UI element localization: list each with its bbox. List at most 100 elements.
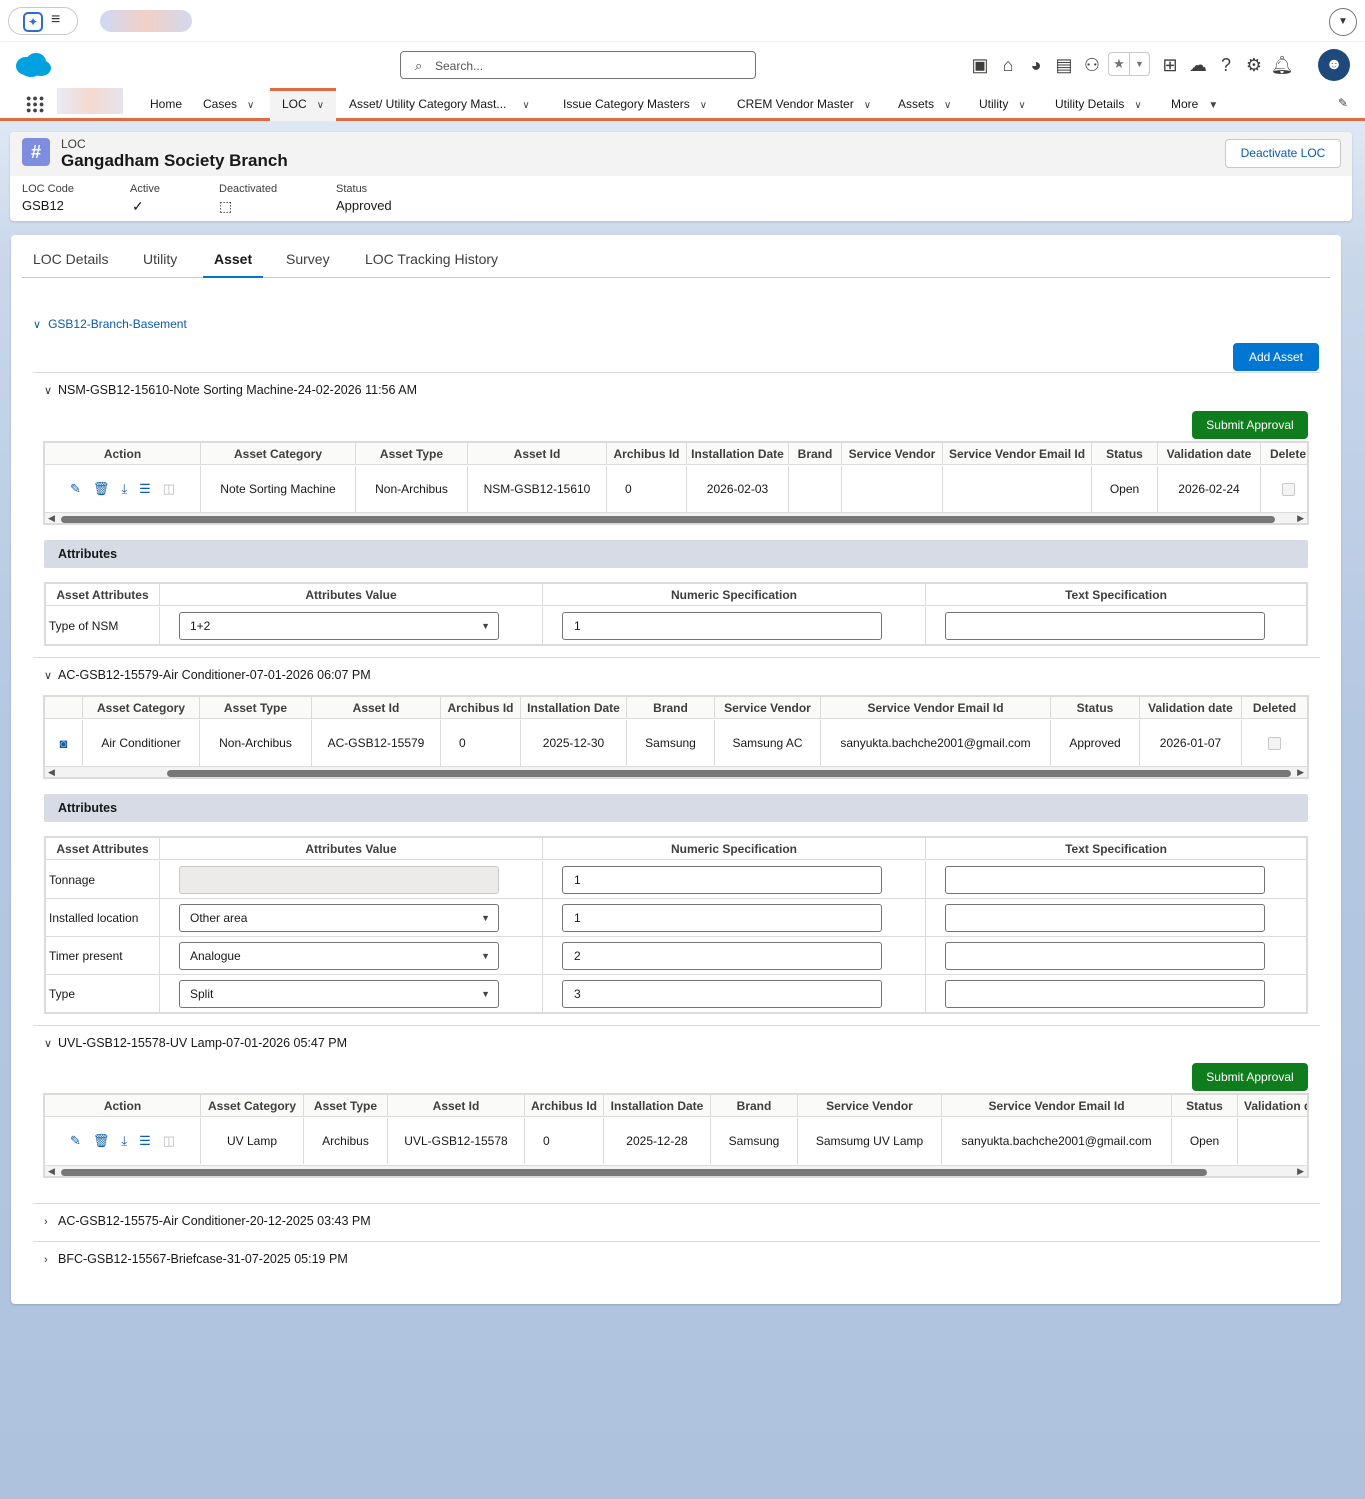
edit-icon[interactable]: ✎ [70,1133,81,1149]
assistant-icon[interactable]: ✦ [23,12,43,32]
chevron-down-icon[interactable]: ▼ [1329,8,1357,36]
chevron-down-icon[interactable]: ∨ [522,100,529,111]
deactivate-loc-button[interactable]: Deactivate LOC [1225,139,1341,168]
cell-status: Open [1172,1118,1238,1164]
attribute-value-select[interactable]: 1+2 ▼ [179,612,499,640]
scroll-left-icon[interactable]: ◀ [48,1166,55,1176]
tab-loc-tracking-history[interactable]: LOC Tracking History [365,251,498,278]
submit-approval-button[interactable]: Submit Approval [1192,1063,1308,1091]
app-builder-icon[interactable]: ▤ [1050,52,1078,78]
nav-item-home[interactable]: Home [150,88,182,121]
asset-accordion-nsm[interactable]: ∨ NSM-GSB12-15610-Note Sorting Machine-24… [44,383,417,397]
app-name [57,88,123,114]
salesforce-logo[interactable] [14,52,52,78]
cell-asset-id: AC-GSB12-15579 [312,720,441,766]
trailhead-icon[interactable]: ☁ [1184,52,1212,78]
caret-down-icon[interactable]: ▼ [1208,100,1218,111]
app-launcher-icon[interactable]: ●●● ●●● ●●● [26,94,46,115]
asset-accordion-collapsed[interactable]: › AC-GSB12-15575-Air Conditioner-20-12-20… [44,1214,371,1228]
text-spec-input[interactable] [945,612,1265,640]
chevron-down-icon[interactable]: ∨ [317,100,324,111]
nav-label: Asset/ Utility Category Mast... [349,97,507,111]
numeric-spec-input[interactable]: 2 [562,942,882,970]
user-settings-icon[interactable]: ⚇ [1078,52,1106,78]
nav-item-loc[interactable]: LOC ∨ [270,88,337,121]
nav-item-issue-category[interactable]: Issue Category Masters ∨ [563,88,707,121]
column-header: Validation date [1140,697,1242,718]
numeric-spec-input[interactable]: 3 [562,980,882,1008]
scroll-right-icon[interactable]: ▶ [1297,1166,1304,1176]
chevron-down-icon[interactable]: ∨ [864,100,871,111]
gear-icon[interactable]: ⚙ [1240,52,1268,78]
chevron-down-icon[interactable]: ▼ [1129,53,1149,75]
upload-icon[interactable]: ⤓ [121,481,127,497]
delete-checkbox[interactable] [1282,482,1295,496]
attribute-value-select[interactable]: Other area ▼ [179,904,499,932]
favorites-control[interactable]: ★ ▼ [1108,52,1150,76]
horizontal-scrollbar[interactable]: ◀ ▶ [45,512,1307,523]
scroll-thumb[interactable] [167,770,1291,777]
blurred-tab [100,10,192,32]
asset-accordion-ac[interactable]: ∨ AC-GSB12-15579-Air Conditioner-07-01-20… [44,668,371,682]
chevron-down-icon[interactable]: ∨ [247,100,254,111]
nav-item-asset-utility-category[interactable]: Asset/ Utility Category Mast... ∨ [349,88,530,121]
horizontal-scrollbar[interactable]: ◀ ▶ [45,766,1307,777]
submit-approval-button[interactable]: Submit Approval [1192,411,1308,439]
scroll-left-icon[interactable]: ◀ [48,767,55,777]
asset-accordion-collapsed[interactable]: › BFC-GSB12-15567-Briefcase-31-07-2025 05… [44,1252,348,1266]
delete-icon[interactable]: 🗑︎ [93,481,110,497]
upload-icon[interactable]: ⤓ [121,1133,127,1149]
help-icon[interactable]: ? [1212,52,1240,78]
text-spec-input[interactable] [945,866,1265,894]
global-search-input[interactable]: ⌕ Search... [400,51,756,79]
tab-asset[interactable]: Asset [203,251,264,278]
tab-survey[interactable]: Survey [286,251,330,278]
scroll-left-icon[interactable]: ◀ [48,513,55,523]
browser-menu-pill[interactable]: ✦ ≡ [8,7,78,35]
nav-item-utility-details[interactable]: Utility Details ∨ [1055,88,1142,121]
text-spec-input[interactable] [945,904,1265,932]
bell-icon[interactable]: 🔔︎ [1268,52,1296,78]
nav-item-utility[interactable]: Utility ∨ [979,88,1026,121]
nav-item-assets[interactable]: Assets ∨ [898,88,951,121]
chevron-down-icon[interactable]: ∨ [1134,100,1141,111]
case-icon[interactable]: ▣ [966,52,994,78]
scroll-right-icon[interactable]: ▶ [1297,767,1304,777]
star-icon[interactable]: ★ [1109,53,1129,75]
hamburger-icon[interactable]: ≡ [51,11,60,29]
chevron-down-icon[interactable]: ∨ [944,100,951,111]
camera-icon[interactable]: ◙ [45,720,83,766]
nav-item-crem-vendor[interactable]: CREM Vendor Master ∨ [737,88,871,121]
text-spec-input[interactable] [945,942,1265,970]
avatar[interactable]: ☻ [1318,49,1350,81]
nav-item-cases[interactable]: Cases ∨ [203,88,254,121]
numeric-spec-input[interactable]: 1 [562,612,882,640]
delete-icon[interactable]: 🗑︎ [93,1133,110,1149]
asset-accordion-uvl[interactable]: ∨ UVL-GSB12-15578-UV Lamp-07-01-2026 05:4… [44,1036,347,1050]
attribute-value-select[interactable]: Split ▼ [179,980,499,1008]
location-section-toggle[interactable]: ∨ GSB12-Branch-Basement [33,317,187,331]
chevron-down-icon[interactable]: ∨ [1018,100,1025,111]
tab-utility[interactable]: Utility [143,251,177,278]
scroll-thumb[interactable] [61,1169,1207,1176]
scroll-thumb[interactable] [61,516,1275,523]
nav-item-more[interactable]: More ▼ [1171,88,1218,121]
edit-icon[interactable]: ✎ [70,481,81,497]
attribute-value-select[interactable]: Analogue ▼ [179,942,499,970]
list-icon[interactable]: ☰ [139,481,151,497]
horizontal-scrollbar[interactable]: ◀ ▶ [45,1165,1307,1176]
tab-loc-details[interactable]: LOC Details [33,251,108,278]
agentforce-icon[interactable]: ◕ [1022,52,1050,78]
chevron-right-icon: › [44,1254,48,1266]
numeric-spec-input[interactable]: 1 [562,866,882,894]
add-asset-button[interactable]: Add Asset [1233,343,1319,371]
text-spec-input[interactable] [945,980,1265,1008]
numeric-spec-input[interactable]: 1 [562,904,882,932]
edit-nav-icon[interactable]: ✎ [1338,96,1348,110]
list-icon[interactable]: ☰ [139,1133,151,1149]
cell-status: Approved [1051,720,1140,766]
add-icon[interactable]: ⊞ [1156,52,1184,78]
scroll-right-icon[interactable]: ▶ [1297,513,1304,523]
chevron-down-icon[interactable]: ∨ [700,100,707,111]
home-icon[interactable]: ⌂ [994,52,1022,78]
